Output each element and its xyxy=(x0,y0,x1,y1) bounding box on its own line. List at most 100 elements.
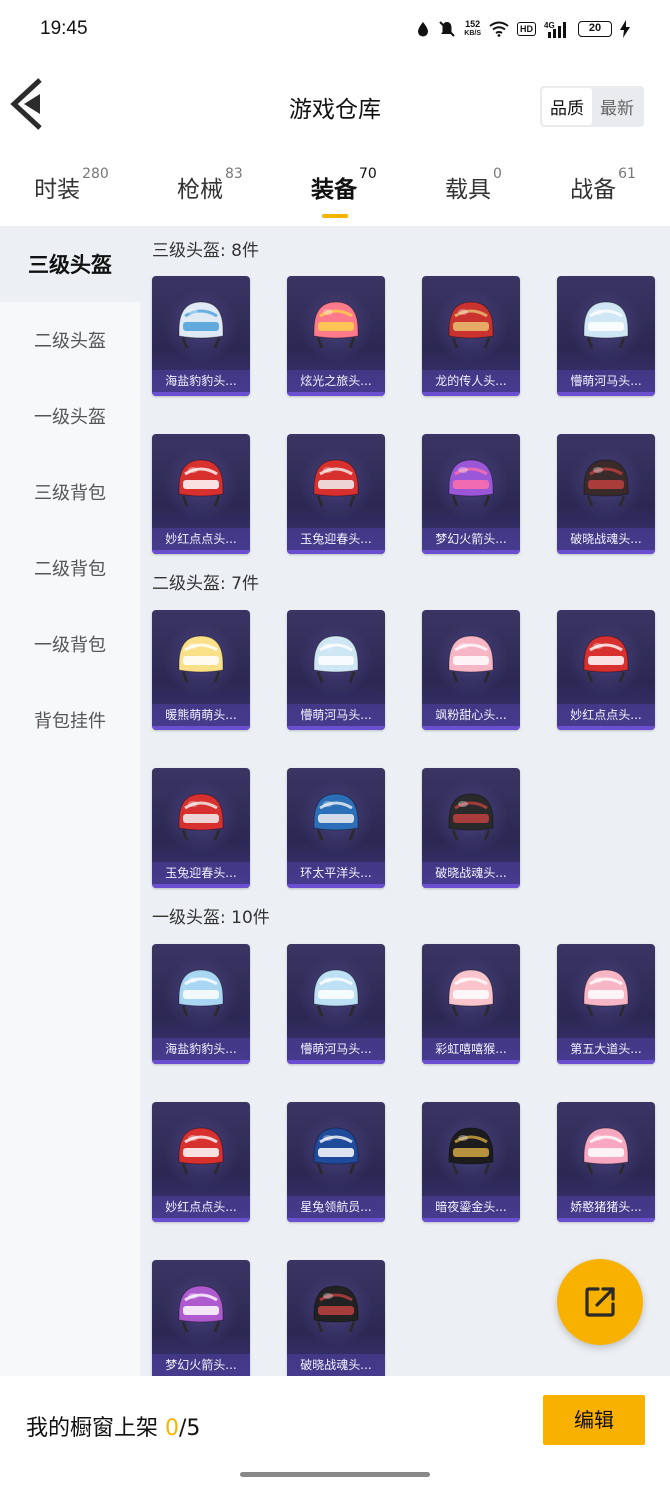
edit-button[interactable]: 编辑 xyxy=(543,1395,645,1445)
tab-count: 61 xyxy=(618,166,636,182)
helmet-icon xyxy=(448,301,494,349)
helmet-icon xyxy=(178,459,224,507)
item-name: 第五大道头... xyxy=(557,1038,655,1060)
item-card[interactable]: 破晓战魂头... xyxy=(557,434,655,554)
mute-icon xyxy=(438,20,456,38)
showcase-label: 我的橱窗上架 xyxy=(26,1416,159,1441)
item-grid: 海盐豹豹头... 炫光之旅头... 龙的传人头... 懵萌河马头... 妙红点点头...… xyxy=(152,276,670,554)
item-card[interactable]: 第五大道头... xyxy=(557,944,655,1064)
item-card[interactable]: 飒粉甜心头... xyxy=(422,610,520,730)
sidebar-item-level1-backpack[interactable]: 一级背包 xyxy=(0,606,140,682)
helmet-icon xyxy=(178,793,224,841)
section-title: 一级头盔: 10件 xyxy=(152,908,270,928)
item-card[interactable]: 懵萌河马头... xyxy=(557,276,655,396)
helmet-icon xyxy=(583,969,629,1017)
helmet-icon xyxy=(583,301,629,349)
item-card[interactable]: 龙的传人头... xyxy=(422,276,520,396)
item-name: 妙红点点头... xyxy=(557,704,655,726)
item-card[interactable]: 海盐豹豹头... xyxy=(152,944,250,1064)
helmet-icon xyxy=(448,793,494,841)
item-card[interactable]: 妙红点点头... xyxy=(152,1102,250,1222)
sidebar-item-level3-backpack[interactable]: 三级背包 xyxy=(0,454,140,530)
hd-badge: HD xyxy=(517,22,536,36)
item-name: 妙红点点头... xyxy=(152,528,250,550)
tab-label: 装备 xyxy=(310,177,357,203)
sidebar-item-level2-helmet[interactable]: 二级头盔 xyxy=(0,302,140,378)
net-speed-value: 152 xyxy=(465,19,481,29)
charging-icon xyxy=(620,20,630,38)
tab-count: 280 xyxy=(82,166,109,182)
helmet-icon xyxy=(583,1127,629,1175)
helmet-icon xyxy=(178,635,224,683)
helmet-icon xyxy=(313,969,359,1017)
helmet-icon xyxy=(448,459,494,507)
sidebar-item-level3-helmet[interactable]: 三级头盔 xyxy=(0,226,140,302)
item-card[interactable]: 玉兔迎春头... xyxy=(152,768,250,888)
tab-count: 83 xyxy=(224,166,243,182)
tab-gear[interactable]: 战备61 xyxy=(570,166,636,204)
tab-label: 枪械 xyxy=(176,177,223,203)
sidebar-item-level1-helmet[interactable]: 一级头盔 xyxy=(0,378,140,454)
home-indicator[interactable] xyxy=(240,1472,430,1477)
item-card[interactable]: 梦幻火箭头... xyxy=(152,1260,250,1380)
bottom-bar: 我的橱窗上架 0/5 编辑 xyxy=(0,1376,670,1489)
sidebar: 三级头盔 二级头盔 一级头盔 三级背包 二级背包 一级背包 背包挂件 xyxy=(0,226,140,1376)
tab-fashion[interactable]: 时装280 xyxy=(34,166,109,204)
tab-count: 0 xyxy=(492,166,502,182)
item-name: 飒粉甜心头... xyxy=(422,704,520,726)
sort-by-newest[interactable]: 最新 xyxy=(592,88,642,125)
status-icons: 152 KB/S HD 4G 20 xyxy=(416,20,630,38)
tab-active-indicator xyxy=(321,214,348,218)
net-speed: 152 KB/S xyxy=(464,20,481,38)
sort-by-quality[interactable]: 品质 xyxy=(542,88,592,125)
data-saver-icon xyxy=(416,21,430,37)
showcase-status: 我的橱窗上架 0/5 xyxy=(26,1410,200,1442)
helmet-icon xyxy=(583,635,629,683)
helmet-icon xyxy=(448,1127,494,1175)
helmet-icon xyxy=(178,301,224,349)
item-name: 破晓战魂头... xyxy=(422,862,520,884)
tab-label: 载具 xyxy=(444,177,491,203)
header: 游戏仓库 品质 最新 xyxy=(0,58,670,150)
share-button[interactable] xyxy=(557,1259,643,1345)
item-card[interactable]: 梦幻火箭头... xyxy=(422,434,520,554)
sidebar-item-backpack-charm[interactable]: 背包挂件 xyxy=(0,682,140,758)
item-card[interactable]: 懵萌河马头... xyxy=(287,610,385,730)
item-card[interactable]: 玉兔迎春头... xyxy=(287,434,385,554)
svg-text:4G: 4G xyxy=(544,21,555,30)
item-card[interactable]: 妙红点点头... xyxy=(152,434,250,554)
helmet-icon xyxy=(178,969,224,1017)
tab-count: 70 xyxy=(358,166,377,182)
helmet-icon xyxy=(178,1127,224,1175)
helmet-icon xyxy=(313,459,359,507)
helmet-icon xyxy=(448,969,494,1017)
item-card[interactable]: 懵萌河马头... xyxy=(287,944,385,1064)
helmet-icon xyxy=(178,1285,224,1333)
item-card[interactable]: 炫光之旅头... xyxy=(287,276,385,396)
tab-weapons[interactable]: 枪械83 xyxy=(176,166,243,204)
item-card[interactable]: 破晓战魂头... xyxy=(287,1260,385,1380)
item-name: 炫光之旅头... xyxy=(287,370,385,392)
item-name: 星兔领航员... xyxy=(287,1196,385,1218)
item-name: 环太平洋头... xyxy=(287,862,385,884)
item-name: 破晓战魂头... xyxy=(287,1354,385,1376)
tab-equipment[interactable]: 装备70 xyxy=(310,166,377,218)
item-card[interactable]: 星兔领航员... xyxy=(287,1102,385,1222)
item-card[interactable]: 妙红点点头... xyxy=(557,610,655,730)
item-card[interactable]: 海盐豹豹头... xyxy=(152,276,250,396)
item-name: 暖熊萌萌头... xyxy=(152,704,250,726)
item-card[interactable]: 暗夜鎏金头... xyxy=(422,1102,520,1222)
item-card[interactable]: 环太平洋头... xyxy=(287,768,385,888)
status-bar: 19:45 152 KB/S HD 4G 20 xyxy=(0,0,670,58)
sidebar-item-level2-backpack[interactable]: 二级背包 xyxy=(0,530,140,606)
tab-vehicles[interactable]: 载具0 xyxy=(444,166,502,204)
item-card[interactable]: 彩虹嘻嘻猴... xyxy=(422,944,520,1064)
item-card[interactable]: 破晓战魂头... xyxy=(422,768,520,888)
item-card[interactable]: 娇憨猪猪头... xyxy=(557,1102,655,1222)
item-list: 三级头盔: 8件 海盐豹豹头... 炫光之旅头... 龙的传人头... 懵萌河马头...… xyxy=(140,226,670,1380)
net-speed-unit: KB/S xyxy=(464,30,481,37)
item-card[interactable]: 暖熊萌萌头... xyxy=(152,610,250,730)
sort-toggle: 品质 最新 xyxy=(540,86,644,127)
wifi-icon xyxy=(489,21,509,37)
item-name: 梦幻火箭头... xyxy=(422,528,520,550)
